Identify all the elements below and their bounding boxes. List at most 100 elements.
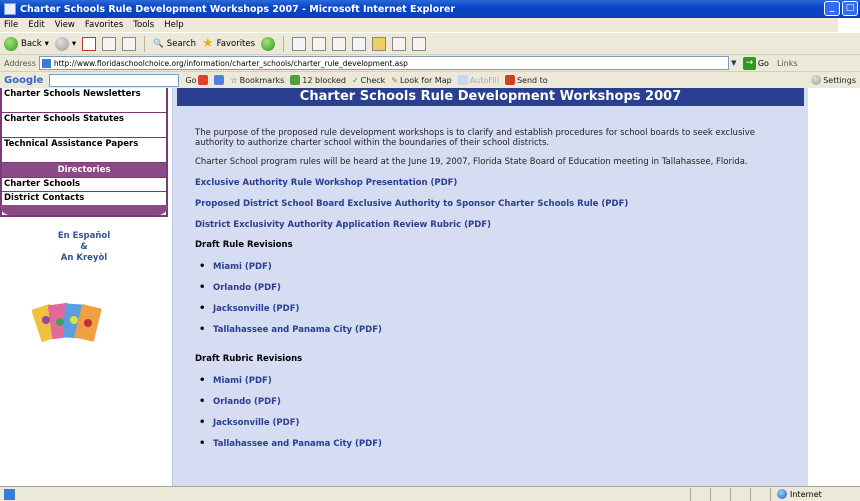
address-input[interactable]: http://www.floridaschoolchoice.org/infor… xyxy=(38,56,729,70)
edit-icon[interactable] xyxy=(352,36,367,51)
send-to-button[interactable]: Send to xyxy=(504,75,548,85)
messenger-icon[interactable] xyxy=(412,36,427,51)
main-content: Charter Schools Rule Development Worksho… xyxy=(172,88,808,486)
back-button[interactable]: Back ▾ xyxy=(4,36,49,51)
draft-rule-tallahassee-link[interactable]: Tallahassee and Panama City (PDF) xyxy=(195,325,786,346)
google-go-button[interactable]: Go xyxy=(185,75,209,85)
exclusive-authority-presentation-link[interactable]: Exclusive Authority Rule Workshop Presen… xyxy=(195,178,786,188)
intro-paragraph: The purpose of the proposed rule develop… xyxy=(195,128,755,148)
draft-rubric-tallahassee-link[interactable]: Tallahassee and Panama City (PDF) xyxy=(195,439,786,460)
meeting-paragraph: Charter School program rules will be hea… xyxy=(195,157,748,167)
page-icon xyxy=(41,58,51,68)
chevron-down-icon[interactable]: ▼ xyxy=(729,59,739,67)
google-search-input[interactable] xyxy=(49,73,180,87)
folder-icon[interactable] xyxy=(372,36,387,51)
mail-icon[interactable] xyxy=(312,36,327,51)
search-label: Search xyxy=(166,38,196,49)
standard-toolbar: Back ▾ ▾ 🔍 Search ★ Favorites xyxy=(0,32,860,54)
home-icon[interactable] xyxy=(122,36,137,51)
forward-arrow-icon xyxy=(54,36,69,51)
draft-rubric-list: Miami (PDF) Orlando (PDF) Jacksonville (… xyxy=(195,376,786,460)
address-bar: Address http://www.floridaschoolchoice.o… xyxy=(0,54,860,71)
draft-rule-list: Miami (PDF) Orlando (PDF) Jacksonville (… xyxy=(195,262,786,346)
google-toolbar: Google Go ☆ Bookmarks 12 blocked ✓ Check… xyxy=(0,71,860,88)
nav-item-district-contacts[interactable]: District Contacts xyxy=(2,192,166,205)
draft-rubric-jacksonville-link[interactable]: Jacksonville (PDF) xyxy=(195,418,786,439)
globe-icon xyxy=(777,489,787,499)
language-links: En Español & An Kreyòl xyxy=(0,231,168,264)
status-cell xyxy=(710,487,730,501)
favorites-label: Favorites xyxy=(216,38,256,49)
draft-rule-jacksonville-link[interactable]: Jacksonville (PDF) xyxy=(195,304,786,325)
autofill-icon xyxy=(457,75,468,85)
autofill-button[interactable]: AutoFill xyxy=(457,75,499,85)
window-title: Charter Schools Rule Development Worksho… xyxy=(20,3,456,15)
proposed-rule-link[interactable]: Proposed District School Board Exclusive… xyxy=(195,199,786,209)
menu-file[interactable]: File xyxy=(4,20,18,30)
window-controls: _ □ xyxy=(824,1,858,16)
address-label: Address xyxy=(4,58,36,68)
nav-item-statutes[interactable]: Charter Schools Statutes xyxy=(2,113,166,138)
settings-icon xyxy=(811,75,822,85)
history-icon[interactable] xyxy=(292,36,307,51)
map-icon: ✎ xyxy=(391,75,398,85)
back-arrow-icon xyxy=(4,36,18,51)
menu-help[interactable]: Help xyxy=(164,20,183,30)
stop-icon[interactable] xyxy=(82,36,97,51)
lang-kreyol-link[interactable]: An Kreyòl xyxy=(0,253,168,264)
address-url: http://www.floridaschoolchoice.org/infor… xyxy=(53,58,408,68)
draft-rule-orlando-link[interactable]: Orlando (PDF) xyxy=(195,283,786,304)
menu-tools[interactable]: Tools xyxy=(133,20,154,30)
page-title: Charter Schools Rule Development Worksho… xyxy=(177,88,804,106)
search-button[interactable]: 🔍 Search xyxy=(153,39,196,49)
links-button[interactable]: Links xyxy=(777,59,798,68)
draft-rubric-miami-link[interactable]: Miami (PDF) xyxy=(195,376,786,397)
nav-item-technical-assistance[interactable]: Technical Assistance Papers xyxy=(2,138,166,163)
review-rubric-link[interactable]: District Exclusivity Authority Applicati… xyxy=(195,220,786,230)
maximize-button[interactable]: □ xyxy=(842,1,858,16)
back-label: Back xyxy=(21,38,42,49)
nav-item-newsletters[interactable]: Charter Schools Newsletters xyxy=(2,88,166,113)
media-icon[interactable] xyxy=(261,36,276,51)
page-viewport: Charter Schools Newsletters Charter Scho… xyxy=(0,88,860,486)
look-for-map-button[interactable]: ✎ Look for Map xyxy=(391,76,451,85)
draft-rubric-orlando-link[interactable]: Orlando (PDF) xyxy=(195,397,786,418)
page-status-icon xyxy=(4,488,15,500)
nav-bottom-bar xyxy=(0,205,168,215)
status-cells: Internet xyxy=(690,487,860,501)
menu-edit[interactable]: Edit xyxy=(28,20,44,30)
nav-item-charter-schools[interactable]: Charter Schools xyxy=(2,178,166,192)
google-go-label: Go xyxy=(185,75,197,85)
favorites-button[interactable]: ★ Favorites xyxy=(202,36,255,51)
settings-button[interactable]: Settings xyxy=(811,75,856,85)
popup-blocker-icon xyxy=(290,75,301,85)
security-zone: Internet xyxy=(770,487,860,501)
refresh-icon[interactable] xyxy=(102,36,117,51)
search-web-icon xyxy=(198,75,209,85)
go-label: Go xyxy=(757,58,769,68)
minimize-button[interactable]: _ xyxy=(824,1,840,16)
go-button[interactable]: → Go xyxy=(742,56,769,70)
draft-rule-miami-link[interactable]: Miami (PDF) xyxy=(195,262,786,283)
popup-blocker-button[interactable]: 12 blocked xyxy=(290,75,346,85)
checkmark-icon: ✓ xyxy=(351,75,359,85)
pagerank-icon[interactable] xyxy=(214,75,225,85)
ie-icon xyxy=(4,3,16,15)
chevron-down-icon: ▾ xyxy=(71,38,77,49)
google-logo[interactable]: Google xyxy=(4,75,43,86)
print-icon[interactable] xyxy=(332,36,347,51)
send-to-label: Send to xyxy=(516,75,548,85)
menu-bar: File Edit View Favorites Tools Help xyxy=(0,18,860,32)
booklets-image[interactable] xyxy=(32,298,102,353)
draft-rubric-heading: Draft Rubric Revisions xyxy=(195,354,303,364)
status-cell xyxy=(750,487,770,501)
menu-view[interactable]: View xyxy=(55,20,75,30)
send-to-icon xyxy=(504,75,515,85)
bookmarks-button[interactable]: ☆ Bookmarks xyxy=(230,76,284,85)
menu-favorites[interactable]: Favorites xyxy=(85,20,123,30)
forward-button[interactable]: ▾ xyxy=(54,36,77,51)
discuss-icon[interactable] xyxy=(392,36,407,51)
check-button[interactable]: ✓ Check xyxy=(352,76,385,85)
status-cell xyxy=(690,487,710,501)
lang-espanol-link[interactable]: En Español xyxy=(0,231,168,242)
